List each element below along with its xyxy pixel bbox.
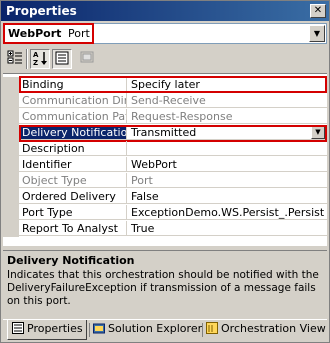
property-row-identifier[interactable]: Identifier WebPort xyxy=(3,157,327,173)
property-row-description[interactable]: Description xyxy=(3,141,327,157)
property-row-object-type[interactable]: Object Type Port xyxy=(3,173,327,189)
property-name: Communication Direct xyxy=(19,93,127,108)
property-row-port-type[interactable]: Port Type ExceptionDemo.WS.Persist_.Pers… xyxy=(3,205,327,221)
property-row-report-to-analyst[interactable]: Report To Analyst True xyxy=(3,221,327,237)
properties-icon xyxy=(12,322,24,334)
property-pages-disabled-icon xyxy=(80,51,94,63)
description-panel: Delivery Notification Indicates that thi… xyxy=(3,250,327,317)
svg-text:A: A xyxy=(33,51,39,59)
property-name: Ordered Delivery xyxy=(19,189,127,204)
property-name: Communication Patter xyxy=(19,109,127,124)
chevron-down-icon[interactable]: ▼ xyxy=(309,25,325,42)
property-grid: Binding Specify later Communication Dire… xyxy=(3,73,327,246)
property-value: Request-Response xyxy=(127,109,327,124)
categorized-icon xyxy=(7,50,22,64)
property-name: Port Type xyxy=(19,205,127,220)
property-value: Send-Receive xyxy=(127,93,327,108)
property-pages-icon xyxy=(55,51,69,65)
property-name: Report To Analyst xyxy=(19,221,127,236)
close-button[interactable]: ✕ xyxy=(310,4,326,18)
properties-view-button[interactable] xyxy=(52,49,72,69)
property-pages-button[interactable] xyxy=(77,49,97,69)
description-text: Indicates that this orchestration should… xyxy=(7,269,319,307)
window-title: Properties xyxy=(6,4,77,18)
property-value[interactable]: False xyxy=(127,189,327,204)
property-row-communication-pattern[interactable]: Communication Patter Request-Response xyxy=(3,109,327,125)
object-selector-highlight xyxy=(3,23,94,44)
property-name: Identifier xyxy=(19,157,127,172)
property-value: Port xyxy=(127,173,327,188)
binding-row-highlight xyxy=(19,76,327,93)
toolbar: A Z xyxy=(3,46,327,72)
alphabetical-button[interactable]: A Z xyxy=(30,49,50,69)
property-value[interactable]: True xyxy=(127,221,327,236)
solution-explorer-icon xyxy=(93,323,105,334)
title-bar: Properties ✕ xyxy=(1,1,329,21)
tab-orchestration-view[interactable]: Orchestration View xyxy=(202,320,326,340)
tab-label: Properties xyxy=(27,322,83,335)
tool-window-tabs: Properties Solution Explorer Orchestrati… xyxy=(3,319,327,342)
property-name: Object Type xyxy=(19,173,127,188)
delivery-notification-row-highlight xyxy=(19,125,327,142)
property-name: Description xyxy=(19,141,127,156)
tab-label: Orchestration View xyxy=(221,322,326,335)
property-value[interactable] xyxy=(127,141,327,156)
property-value[interactable]: ExceptionDemo.WS.Persist_.Persist xyxy=(127,205,327,220)
property-row-communication-direction[interactable]: Communication Direct Send-Receive xyxy=(3,93,327,109)
sort-alphabetical-icon: A Z xyxy=(33,51,47,67)
toolbar-separator xyxy=(26,49,28,69)
description-title: Delivery Notification xyxy=(7,254,135,267)
categorized-button[interactable] xyxy=(5,49,25,69)
properties-window: Properties ✕ WebPort Port ▼ A Z Binding … xyxy=(0,0,330,343)
svg-text:Z: Z xyxy=(33,59,38,66)
property-value[interactable]: WebPort xyxy=(127,157,327,172)
orchestration-view-icon xyxy=(206,322,218,334)
tab-label: Solution Explorer xyxy=(108,322,203,335)
tab-solution-explorer[interactable]: Solution Explorer xyxy=(89,320,203,340)
tab-properties[interactable]: Properties xyxy=(7,320,87,340)
property-row-ordered-delivery[interactable]: Ordered Delivery False xyxy=(3,189,327,205)
